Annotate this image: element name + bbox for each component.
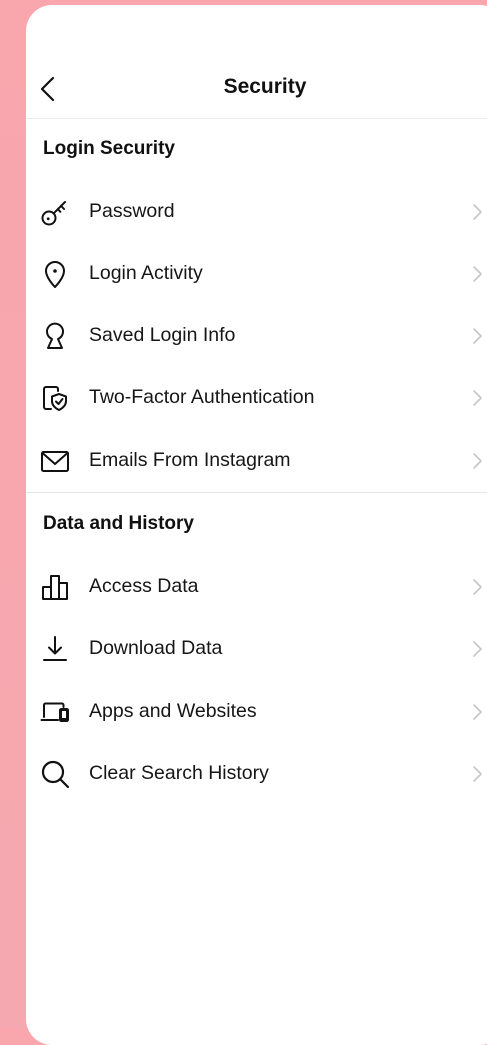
row-emails-from-instagram[interactable]: Emails From Instagram (26, 435, 487, 487)
chevron-right-icon (472, 703, 484, 721)
chevron-right-icon (472, 389, 484, 407)
bar-chart-icon (39, 571, 71, 603)
page-title: Security (223, 75, 307, 98)
row-label-login-activity: Login Activity (89, 262, 203, 284)
security-screen: Security Login Security Password Login A… (26, 5, 487, 1045)
chevron-right-icon (472, 265, 484, 283)
search-icon (39, 758, 71, 790)
chevron-right-icon (472, 578, 484, 596)
devices-icon (39, 696, 71, 728)
envelope-icon (39, 445, 71, 477)
key-icon (39, 196, 71, 228)
keyhole-icon (39, 320, 71, 352)
chevron-right-icon (472, 640, 484, 658)
row-label-download-data: Download Data (89, 637, 223, 659)
chevron-right-icon (472, 203, 484, 221)
row-label-two-factor-authentication: Two-Factor Authentication (89, 386, 315, 408)
row-label-saved-login-info: Saved Login Info (89, 324, 236, 346)
chevron-right-icon (472, 327, 484, 345)
section-divider (26, 492, 487, 493)
shield-device-icon (39, 382, 71, 414)
row-label-emails-from-instagram: Emails From Instagram (89, 449, 291, 471)
row-access-data[interactable]: Access Data (26, 561, 487, 613)
row-apps-and-websites[interactable]: Apps and Websites (26, 686, 487, 738)
section-header-data-and-history: Data and History (43, 513, 194, 534)
row-label-clear-search-history: Clear Search History (89, 762, 269, 784)
nav-header: Security (26, 5, 487, 119)
row-two-factor-authentication[interactable]: Two-Factor Authentication (26, 372, 487, 424)
location-pin-icon (39, 258, 71, 290)
download-icon (39, 633, 71, 665)
row-login-activity[interactable]: Login Activity (26, 248, 487, 300)
section-header-login-security: Login Security (43, 138, 175, 159)
row-saved-login-info[interactable]: Saved Login Info (26, 310, 487, 362)
row-download-data[interactable]: Download Data (26, 623, 487, 675)
chevron-right-icon (472, 765, 484, 783)
row-password[interactable]: Password (26, 186, 487, 238)
chevron-right-icon (472, 452, 484, 470)
row-clear-search-history[interactable]: Clear Search History (26, 748, 487, 800)
row-label-apps-and-websites: Apps and Websites (89, 700, 257, 722)
row-label-password: Password (89, 200, 175, 222)
row-label-access-data: Access Data (89, 575, 199, 597)
